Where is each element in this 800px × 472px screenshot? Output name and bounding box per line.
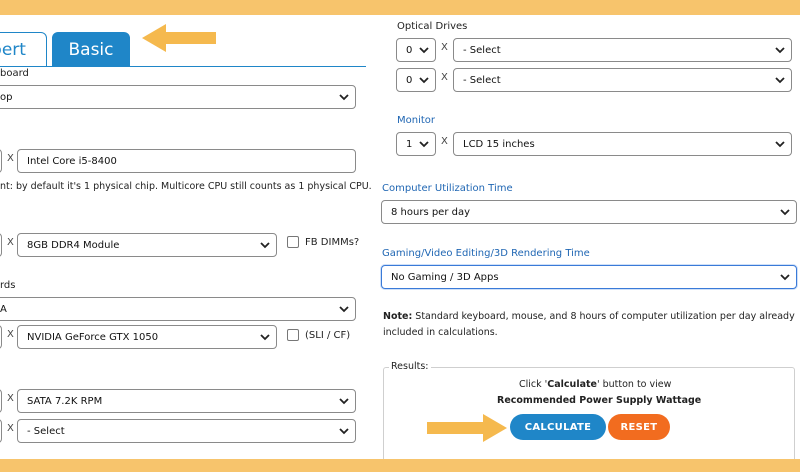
note-bold: Note: [383, 311, 413, 322]
video-x-label: X [7, 329, 14, 340]
sli-checkbox[interactable] [287, 329, 299, 341]
storage2-value: - Select [27, 425, 65, 437]
video-brand-select[interactable]: A [0, 297, 356, 321]
chevron-down-icon [775, 77, 785, 84]
motherboard-value: op [0, 91, 13, 103]
optical-x-label-1: X [441, 42, 448, 53]
storage2-qty-select[interactable] [0, 419, 2, 443]
storage1-value: SATA 7.2K RPM [27, 395, 103, 407]
reset-label: RESET [620, 421, 658, 433]
chevron-down-icon [775, 141, 785, 148]
chevron-down-icon [339, 306, 349, 313]
utilization-label: Computer Utilization Time [382, 183, 513, 194]
optical-qty-select-2[interactable]: 0 [396, 68, 436, 92]
fb-dimms-label: FB DIMMs? [305, 237, 360, 248]
motherboard-select[interactable]: op [0, 85, 356, 109]
video-brand-value: A [0, 303, 7, 315]
optical-qty-value-2: 0 [406, 74, 413, 86]
storage1-select[interactable]: SATA 7.2K RPM [17, 389, 356, 413]
chevron-down-icon [419, 77, 429, 84]
memory-qty-select[interactable] [0, 233, 2, 257]
reset-button[interactable]: RESET [608, 414, 670, 440]
storage2-select[interactable]: - Select [17, 419, 356, 443]
fb-dimms-checkbox[interactable] [287, 236, 299, 248]
chevron-down-icon [419, 47, 429, 54]
chevron-down-icon [260, 334, 270, 341]
memory-select[interactable]: 8GB DDR4 Module [17, 233, 277, 257]
optical-drives-label: Optical Drives [397, 21, 468, 32]
cpu-note: nt: by default it's 1 physical chip. Mul… [0, 181, 372, 192]
monitor-select[interactable]: LCD 15 inches [453, 132, 792, 156]
chevron-down-icon [339, 428, 349, 435]
storage1-qty-select[interactable] [0, 389, 2, 413]
video-card-value: NVIDIA GeForce GTX 1050 [27, 331, 159, 343]
monitor-qty-value: 1 [406, 138, 413, 150]
optical-x-label-2: X [441, 72, 448, 83]
tab-underline [0, 66, 366, 67]
storage2-x-label: X [7, 423, 14, 434]
cpu-field[interactable]: Intel Core i5-8400 [17, 149, 356, 173]
calculate-label: CALCULATE [524, 421, 592, 433]
optical-drive-select-2[interactable]: - Select [453, 68, 792, 92]
optical-drive-select-1[interactable]: - Select [453, 38, 792, 62]
video-card-label: rds [0, 280, 16, 291]
tab-basic[interactable]: Basic [52, 32, 130, 67]
video-qty-select[interactable] [0, 325, 2, 349]
chevron-down-icon [339, 398, 349, 405]
sli-label: (SLI / CF) [305, 330, 351, 341]
tab-expert[interactable]: pert [0, 32, 47, 67]
chevron-down-icon [775, 47, 785, 54]
utilization-select[interactable]: 8 hours per day [381, 200, 797, 224]
gaming-label: Gaming/Video Editing/3D Rendering Time [382, 248, 590, 259]
calculate-button[interactable]: CALCULATE [510, 414, 606, 440]
chevron-down-icon [780, 274, 790, 281]
results-line1-pre: Click ' [519, 379, 548, 390]
optical-qty-select-1[interactable]: 0 [396, 38, 436, 62]
optical-qty-value-1: 0 [406, 44, 413, 56]
monitor-label: Monitor [397, 115, 436, 126]
calculator-panel: pert Basic board op X Intel Core i5-8400… [0, 15, 800, 459]
note-line-2: included in calculations. [383, 327, 498, 338]
results-line1-bold: Calculate [547, 379, 597, 390]
note-text: Note: Standard keyboard, mouse, and 8 ho… [383, 311, 795, 322]
motherboard-label: board [0, 68, 29, 79]
results-line1-post: ' button to view [596, 379, 672, 390]
memory-value: 8GB DDR4 Module [27, 239, 120, 251]
chevron-down-icon [780, 209, 790, 216]
monitor-qty-select[interactable]: 1 [396, 132, 436, 156]
optical-drive-value-2: - Select [463, 74, 501, 86]
results-line-2: Recommended Power Supply Wattage [497, 395, 702, 406]
tab-expert-label: pert [0, 39, 26, 60]
cpu-value: Intel Core i5-8400 [27, 155, 117, 167]
monitor-x-label: X [441, 136, 448, 147]
storage1-x-label: X [7, 393, 14, 404]
cpu-x-label: X [7, 153, 14, 164]
annotation-arrow-tab [142, 24, 216, 52]
results-instruction: Click 'Calculate' button to view [519, 379, 671, 390]
tab-basic-label: Basic [68, 39, 114, 60]
optical-drive-value-1: - Select [463, 44, 501, 56]
video-card-select[interactable]: NVIDIA GeForce GTX 1050 [17, 325, 277, 349]
chevron-down-icon [260, 242, 270, 249]
monitor-value: LCD 15 inches [463, 138, 535, 150]
annotation-arrow-calculate [427, 414, 507, 442]
gaming-value: No Gaming / 3D Apps [391, 271, 499, 283]
chevron-down-icon [419, 141, 429, 148]
chevron-down-icon [339, 94, 349, 101]
utilization-value: 8 hours per day [391, 206, 471, 218]
results-legend: Results: [389, 361, 431, 372]
note-line-1: Standard keyboard, mouse, and 8 hours of… [412, 311, 795, 322]
cpu-qty-select[interactable] [0, 149, 2, 173]
gaming-select[interactable]: No Gaming / 3D Apps [381, 265, 797, 289]
memory-x-label: X [7, 237, 14, 248]
